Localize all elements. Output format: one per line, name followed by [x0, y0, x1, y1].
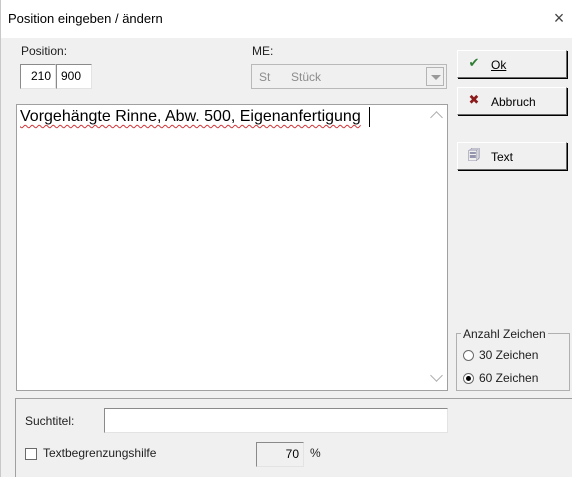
- position-text: Vorgehängte Rinne, Abw. 500, Eigenanfert…: [20, 108, 361, 125]
- radio-30-zeichen[interactable]: [463, 350, 474, 361]
- suchtitel-label: Suchtitel:: [25, 414, 75, 428]
- x-icon: ✖: [468, 92, 480, 107]
- me-text: Stück: [291, 70, 322, 84]
- checkmark-icon: ✔: [468, 55, 480, 70]
- dialog-window: Position eingeben / ändern × Position: 2…: [0, 0, 572, 477]
- text-page-icon: 🗐: [468, 148, 480, 162]
- dialog-title: Position eingeben / ändern: [8, 11, 163, 26]
- anzahl-zeichen-title: Anzahl Zeichen: [461, 327, 548, 341]
- ok-button[interactable]: ✔ Ok: [457, 50, 567, 78]
- scroll-up-icon[interactable]: [430, 111, 443, 124]
- abbruch-button[interactable]: ✖ Abbruch: [457, 87, 567, 115]
- textbegrenzung-value: 70: [256, 442, 304, 467]
- ok-label: Ok: [491, 58, 507, 72]
- suchtitel-input[interactable]: [104, 408, 448, 433]
- position-sub-input[interactable]: 900: [56, 64, 92, 89]
- text-label: Text: [491, 150, 514, 164]
- title-bar: Position eingeben / ändern ×: [1, 0, 572, 38]
- abbruch-label: Abbruch: [491, 95, 536, 109]
- radio-60-zeichen[interactable]: [463, 373, 474, 384]
- chevron-down-icon[interactable]: [426, 67, 444, 86]
- text-button[interactable]: 🗐 Text: [457, 142, 567, 170]
- percent-unit: %: [310, 446, 321, 460]
- radio-60-label[interactable]: 60 Zeichen: [479, 371, 538, 385]
- text-caret: [369, 107, 370, 127]
- me-code: St: [259, 70, 271, 84]
- radio-30-label[interactable]: 30 Zeichen: [479, 348, 538, 362]
- me-select[interactable]: St Stück: [251, 64, 447, 89]
- textbegrenzung-label[interactable]: Textbegrenzungshilfe: [43, 446, 156, 460]
- scroll-down-icon[interactable]: [430, 369, 443, 382]
- position-label: Position:: [21, 44, 68, 58]
- close-icon[interactable]: ×: [547, 6, 571, 30]
- position-main-input[interactable]: 210: [20, 64, 56, 89]
- textbegrenzung-checkbox[interactable]: [25, 448, 37, 460]
- me-label: ME:: [252, 44, 274, 58]
- position-text-area[interactable]: Vorgehängte Rinne, Abw. 500, Eigenanfert…: [16, 104, 448, 391]
